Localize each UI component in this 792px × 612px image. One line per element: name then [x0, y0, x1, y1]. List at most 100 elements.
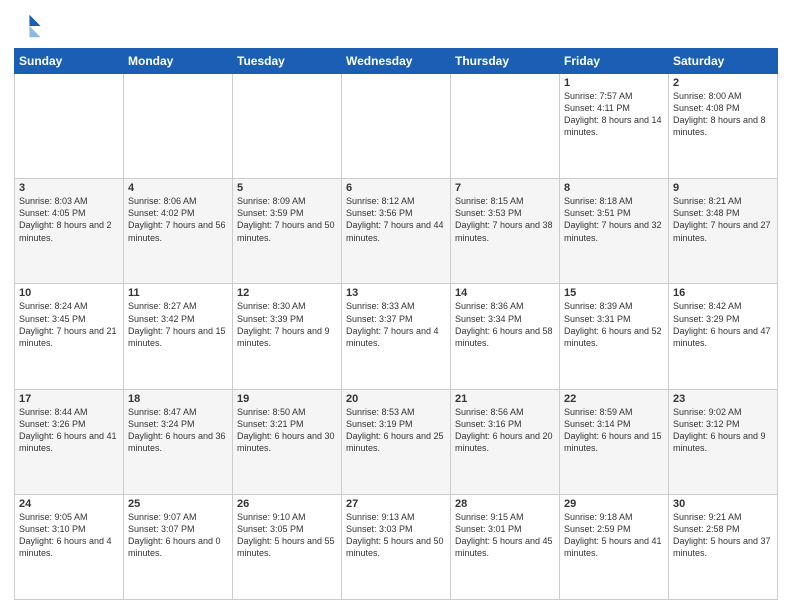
- calendar-cell: 7Sunrise: 8:15 AM Sunset: 3:53 PM Daylig…: [451, 179, 560, 284]
- calendar-cell: 11Sunrise: 8:27 AM Sunset: 3:42 PM Dayli…: [124, 284, 233, 389]
- calendar-cell: 2Sunrise: 8:00 AM Sunset: 4:08 PM Daylig…: [669, 74, 778, 179]
- day-number: 3: [19, 182, 119, 194]
- weekday-header-monday: Monday: [124, 49, 233, 74]
- day-number: 29: [564, 498, 664, 510]
- calendar-cell: 9Sunrise: 8:21 AM Sunset: 3:48 PM Daylig…: [669, 179, 778, 284]
- day-number: 13: [346, 287, 446, 299]
- day-info: Sunrise: 9:07 AM Sunset: 3:07 PM Dayligh…: [128, 511, 228, 560]
- day-number: 8: [564, 182, 664, 194]
- day-info: Sunrise: 9:10 AM Sunset: 3:05 PM Dayligh…: [237, 511, 337, 560]
- calendar-cell: [233, 74, 342, 179]
- weekday-header-wednesday: Wednesday: [342, 49, 451, 74]
- day-info: Sunrise: 8:36 AM Sunset: 3:34 PM Dayligh…: [455, 300, 555, 349]
- day-number: 15: [564, 287, 664, 299]
- calendar-cell: 3Sunrise: 8:03 AM Sunset: 4:05 PM Daylig…: [15, 179, 124, 284]
- day-info: Sunrise: 8:56 AM Sunset: 3:16 PM Dayligh…: [455, 406, 555, 455]
- calendar-cell: [342, 74, 451, 179]
- day-number: 12: [237, 287, 337, 299]
- calendar-cell: 20Sunrise: 8:53 AM Sunset: 3:19 PM Dayli…: [342, 389, 451, 494]
- calendar-cell: 12Sunrise: 8:30 AM Sunset: 3:39 PM Dayli…: [233, 284, 342, 389]
- day-info: Sunrise: 8:44 AM Sunset: 3:26 PM Dayligh…: [19, 406, 119, 455]
- calendar-cell: 24Sunrise: 9:05 AM Sunset: 3:10 PM Dayli…: [15, 494, 124, 599]
- day-number: 28: [455, 498, 555, 510]
- day-number: 27: [346, 498, 446, 510]
- day-info: Sunrise: 8:50 AM Sunset: 3:21 PM Dayligh…: [237, 406, 337, 455]
- calendar-table: SundayMondayTuesdayWednesdayThursdayFrid…: [14, 48, 778, 600]
- day-info: Sunrise: 9:21 AM Sunset: 2:58 PM Dayligh…: [673, 511, 773, 560]
- day-number: 14: [455, 287, 555, 299]
- weekday-header-friday: Friday: [560, 49, 669, 74]
- day-info: Sunrise: 8:12 AM Sunset: 3:56 PM Dayligh…: [346, 195, 446, 244]
- day-info: Sunrise: 8:53 AM Sunset: 3:19 PM Dayligh…: [346, 406, 446, 455]
- day-number: 30: [673, 498, 773, 510]
- day-info: Sunrise: 9:05 AM Sunset: 3:10 PM Dayligh…: [19, 511, 119, 560]
- day-info: Sunrise: 9:02 AM Sunset: 3:12 PM Dayligh…: [673, 406, 773, 455]
- day-number: 4: [128, 182, 228, 194]
- day-number: 19: [237, 393, 337, 405]
- day-info: Sunrise: 7:57 AM Sunset: 4:11 PM Dayligh…: [564, 90, 664, 139]
- day-number: 23: [673, 393, 773, 405]
- day-number: 7: [455, 182, 555, 194]
- calendar-week-3: 10Sunrise: 8:24 AM Sunset: 3:45 PM Dayli…: [15, 284, 778, 389]
- day-number: 1: [564, 77, 664, 89]
- calendar-cell: 23Sunrise: 9:02 AM Sunset: 3:12 PM Dayli…: [669, 389, 778, 494]
- day-info: Sunrise: 8:21 AM Sunset: 3:48 PM Dayligh…: [673, 195, 773, 244]
- day-info: Sunrise: 9:13 AM Sunset: 3:03 PM Dayligh…: [346, 511, 446, 560]
- calendar-cell: [124, 74, 233, 179]
- page: SundayMondayTuesdayWednesdayThursdayFrid…: [0, 0, 792, 612]
- logo: [14, 12, 46, 40]
- calendar-week-2: 3Sunrise: 8:03 AM Sunset: 4:05 PM Daylig…: [15, 179, 778, 284]
- day-info: Sunrise: 8:42 AM Sunset: 3:29 PM Dayligh…: [673, 300, 773, 349]
- day-number: 25: [128, 498, 228, 510]
- day-info: Sunrise: 9:15 AM Sunset: 3:01 PM Dayligh…: [455, 511, 555, 560]
- header: [14, 12, 778, 40]
- day-info: Sunrise: 8:03 AM Sunset: 4:05 PM Dayligh…: [19, 195, 119, 244]
- calendar-cell: 8Sunrise: 8:18 AM Sunset: 3:51 PM Daylig…: [560, 179, 669, 284]
- calendar-week-1: 1Sunrise: 7:57 AM Sunset: 4:11 PM Daylig…: [15, 74, 778, 179]
- calendar-cell: 28Sunrise: 9:15 AM Sunset: 3:01 PM Dayli…: [451, 494, 560, 599]
- day-number: 22: [564, 393, 664, 405]
- calendar-cell: 13Sunrise: 8:33 AM Sunset: 3:37 PM Dayli…: [342, 284, 451, 389]
- day-number: 17: [19, 393, 119, 405]
- day-info: Sunrise: 8:47 AM Sunset: 3:24 PM Dayligh…: [128, 406, 228, 455]
- day-info: Sunrise: 8:39 AM Sunset: 3:31 PM Dayligh…: [564, 300, 664, 349]
- calendar-cell: 25Sunrise: 9:07 AM Sunset: 3:07 PM Dayli…: [124, 494, 233, 599]
- day-info: Sunrise: 8:30 AM Sunset: 3:39 PM Dayligh…: [237, 300, 337, 349]
- calendar-cell: 21Sunrise: 8:56 AM Sunset: 3:16 PM Dayli…: [451, 389, 560, 494]
- day-number: 6: [346, 182, 446, 194]
- day-info: Sunrise: 8:00 AM Sunset: 4:08 PM Dayligh…: [673, 90, 773, 139]
- calendar-cell: 30Sunrise: 9:21 AM Sunset: 2:58 PM Dayli…: [669, 494, 778, 599]
- calendar-cell: 1Sunrise: 7:57 AM Sunset: 4:11 PM Daylig…: [560, 74, 669, 179]
- calendar-cell: 27Sunrise: 9:13 AM Sunset: 3:03 PM Dayli…: [342, 494, 451, 599]
- calendar-cell: 6Sunrise: 8:12 AM Sunset: 3:56 PM Daylig…: [342, 179, 451, 284]
- calendar-cell: [451, 74, 560, 179]
- day-info: Sunrise: 8:59 AM Sunset: 3:14 PM Dayligh…: [564, 406, 664, 455]
- calendar-header-row: SundayMondayTuesdayWednesdayThursdayFrid…: [15, 49, 778, 74]
- day-info: Sunrise: 8:09 AM Sunset: 3:59 PM Dayligh…: [237, 195, 337, 244]
- calendar-cell: 15Sunrise: 8:39 AM Sunset: 3:31 PM Dayli…: [560, 284, 669, 389]
- day-info: Sunrise: 8:18 AM Sunset: 3:51 PM Dayligh…: [564, 195, 664, 244]
- day-number: 9: [673, 182, 773, 194]
- weekday-header-saturday: Saturday: [669, 49, 778, 74]
- calendar-cell: [15, 74, 124, 179]
- day-info: Sunrise: 8:24 AM Sunset: 3:45 PM Dayligh…: [19, 300, 119, 349]
- calendar-cell: 4Sunrise: 8:06 AM Sunset: 4:02 PM Daylig…: [124, 179, 233, 284]
- calendar-cell: 14Sunrise: 8:36 AM Sunset: 3:34 PM Dayli…: [451, 284, 560, 389]
- calendar-cell: 22Sunrise: 8:59 AM Sunset: 3:14 PM Dayli…: [560, 389, 669, 494]
- calendar-week-4: 17Sunrise: 8:44 AM Sunset: 3:26 PM Dayli…: [15, 389, 778, 494]
- weekday-header-thursday: Thursday: [451, 49, 560, 74]
- day-number: 2: [673, 77, 773, 89]
- day-number: 18: [128, 393, 228, 405]
- day-number: 20: [346, 393, 446, 405]
- day-info: Sunrise: 9:18 AM Sunset: 2:59 PM Dayligh…: [564, 511, 664, 560]
- calendar-cell: 17Sunrise: 8:44 AM Sunset: 3:26 PM Dayli…: [15, 389, 124, 494]
- calendar-cell: 29Sunrise: 9:18 AM Sunset: 2:59 PM Dayli…: [560, 494, 669, 599]
- day-number: 26: [237, 498, 337, 510]
- calendar-cell: 5Sunrise: 8:09 AM Sunset: 3:59 PM Daylig…: [233, 179, 342, 284]
- day-info: Sunrise: 8:33 AM Sunset: 3:37 PM Dayligh…: [346, 300, 446, 349]
- day-number: 11: [128, 287, 228, 299]
- day-info: Sunrise: 8:06 AM Sunset: 4:02 PM Dayligh…: [128, 195, 228, 244]
- calendar-cell: 16Sunrise: 8:42 AM Sunset: 3:29 PM Dayli…: [669, 284, 778, 389]
- day-number: 16: [673, 287, 773, 299]
- day-number: 24: [19, 498, 119, 510]
